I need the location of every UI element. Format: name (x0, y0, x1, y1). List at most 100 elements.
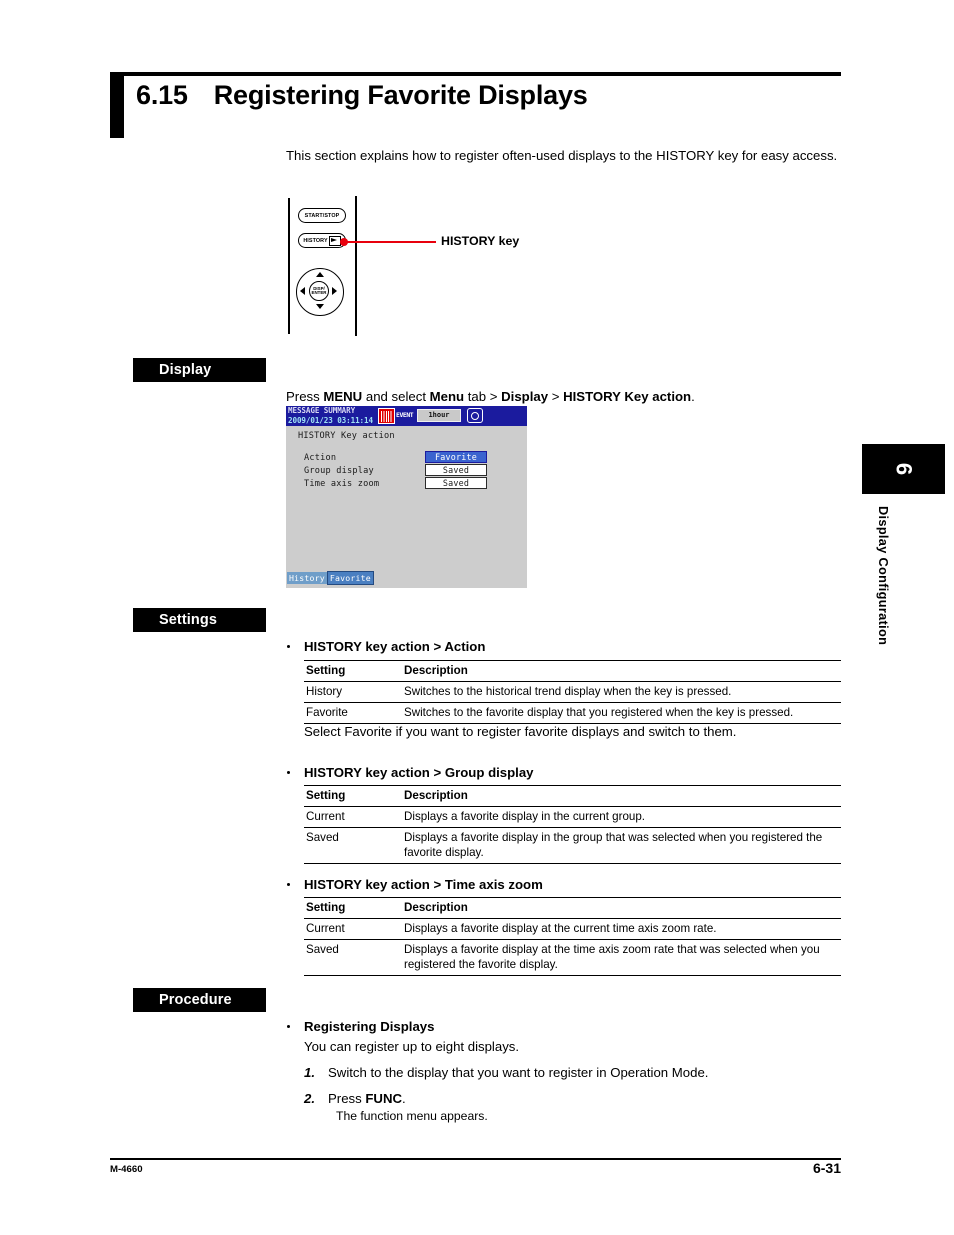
lead-tab-word: tab > (464, 389, 502, 404)
table-header-row: Setting Description (304, 785, 841, 807)
device-tab-favorite[interactable]: Favorite (326, 571, 374, 585)
chapter-thumb-tab: 6 (862, 444, 945, 494)
document-page: 6.15 Registering Favorite Displays This s… (0, 0, 954, 1235)
panel-edge-right (355, 196, 357, 336)
table-row: Saved Displays a favorite display at the… (304, 940, 841, 976)
arrow-down-icon (316, 304, 324, 309)
device-row-value-action[interactable]: Favorite (425, 451, 487, 463)
device-screen-screenshot: MESSAGE SUMMARY 2009/01/23 03:11:14 EVEN… (286, 406, 527, 588)
footer-manual-id: M-4660 (110, 1164, 143, 1175)
cell-description: Switches to the historical trend display… (404, 685, 732, 698)
column-header-setting: Setting (306, 901, 346, 914)
alarm-icon-bars (380, 411, 393, 422)
cell-setting: Saved (306, 831, 339, 844)
lead-gt: > (548, 389, 564, 404)
settings-block2-heading-text: HISTORY key action > Group display (304, 765, 534, 780)
disp-enter-key: DISP/ ENTER (309, 281, 329, 301)
cell-description: Displays a favorite display at the curre… (404, 922, 717, 935)
section-tag-procedure: Procedure (133, 988, 266, 1012)
step-text-post: . (402, 1091, 406, 1106)
device-tab-history[interactable]: History (287, 572, 327, 584)
table-row: Current Displays a favorite display at t… (304, 919, 841, 940)
device-row-label-group-display: Group display (304, 466, 374, 476)
column-header-setting: Setting (306, 789, 346, 802)
arrow-up-icon (316, 272, 324, 277)
gear-icon (467, 408, 483, 423)
cell-setting: Current (306, 810, 345, 823)
settings-table-action: Setting Description History Switches to … (304, 660, 841, 724)
table-row: Saved Displays a favorite display in the… (304, 828, 841, 864)
column-header-setting: Setting (306, 664, 346, 677)
device-row-value-time-axis-zoom[interactable]: Saved (425, 477, 487, 489)
bullet-icon (287, 1025, 291, 1029)
cell-description: Displays a favorite display at the time … (404, 943, 820, 971)
device-screen-section-heading: HISTORY Key action (298, 431, 395, 441)
device-screen-tabs: History Favorite (287, 571, 374, 585)
settings-table-time-axis-zoom: Setting Description Current Displays a f… (304, 897, 841, 976)
arrow-left-icon (300, 287, 305, 295)
chapter-number: 6 (891, 462, 917, 476)
cell-setting: Current (306, 922, 345, 935)
table-header-row: Setting Description (304, 897, 841, 919)
device-row-value-group-display[interactable]: Saved (425, 464, 487, 476)
step-number: 1. (304, 1065, 315, 1080)
heading-number: 6.15 (136, 80, 188, 110)
callout-label: HISTORY key (441, 234, 520, 248)
bullet-icon (287, 645, 291, 649)
lead-history-item: HISTORY Key action (563, 389, 692, 404)
footer-page-number: 6-31 (812, 1160, 841, 1176)
step-number: 2. (304, 1091, 315, 1106)
lead-pre: Press (286, 389, 324, 404)
bullet-icon (287, 883, 291, 887)
settings-block2-heading: HISTORY key action > Group display (287, 765, 534, 780)
settings-block1-heading-text: HISTORY key action > Action (304, 639, 486, 654)
device-screen-title: MESSAGE SUMMARY (288, 406, 356, 415)
step-text: Switch to the display that you want to r… (328, 1065, 709, 1080)
cell-description: Displays a favorite display in the curre… (404, 810, 646, 823)
bullet-icon (287, 771, 291, 775)
device-row-label-action: Action (304, 453, 337, 463)
settings-block3-heading-text: HISTORY key action > Time axis zoom (304, 877, 543, 892)
lead-display-item: Display (501, 389, 549, 404)
panel-edge-left (288, 198, 290, 334)
time-span-field: 1hour (417, 409, 461, 422)
history-key-label: HISTORY (303, 237, 328, 244)
event-label: EVENT (396, 411, 414, 419)
disp-enter-line2: ENTER (311, 290, 327, 296)
history-arrow-icon (328, 235, 341, 246)
intro-paragraph: This section explains how to register of… (286, 148, 838, 163)
history-key-figure: START/STOP HISTORY DISP/ ENTER HISTORY k… (286, 196, 546, 338)
arrow-right-icon (332, 287, 337, 295)
lead-mid: and select (362, 389, 430, 404)
footer-rule (110, 1158, 841, 1160)
section-tag-display: Display (133, 358, 266, 382)
lead-end: . (691, 389, 695, 404)
procedure-subtitle: You can register up to eight displays. (304, 1039, 520, 1054)
table-header-row: Setting Description (304, 660, 841, 682)
alarm-icon (378, 408, 395, 424)
settings-block3-heading: HISTORY key action > Time axis zoom (287, 877, 543, 892)
lead-menu-key: MENU (323, 389, 363, 404)
settings-block1-note: Select Favorite if you want to register … (304, 724, 737, 739)
lead-menu-tab: Menu (429, 389, 465, 404)
heading-accent-bar (110, 76, 124, 138)
cell-description: Displays a favorite display in the group… (404, 831, 823, 859)
procedure-heading: Registering Displays (287, 1019, 435, 1034)
table-row: History Switches to the historical trend… (304, 682, 841, 703)
heading-text: Registering Favorite Displays (213, 80, 588, 110)
step-bold-key: FUNC (365, 1091, 403, 1106)
start-stop-key-label: START/STOP (304, 212, 340, 219)
heading-rule (110, 72, 841, 76)
chapter-label: Display Configuration (876, 506, 891, 646)
cell-setting: History (306, 685, 343, 698)
navigation-pad: DISP/ ENTER (296, 268, 346, 318)
cell-setting: Saved (306, 943, 339, 956)
procedure-heading-text: Registering Displays (304, 1019, 435, 1034)
column-header-description: Description (404, 901, 468, 914)
settings-block1-heading: HISTORY key action > Action (287, 639, 486, 654)
column-header-description: Description (404, 789, 468, 802)
history-key: HISTORY (298, 233, 346, 248)
device-row-label-time-axis-zoom: Time axis zoom (304, 479, 380, 489)
table-row: Current Displays a favorite display in t… (304, 807, 841, 828)
settings-table-group-display: Setting Description Current Displays a f… (304, 785, 841, 864)
